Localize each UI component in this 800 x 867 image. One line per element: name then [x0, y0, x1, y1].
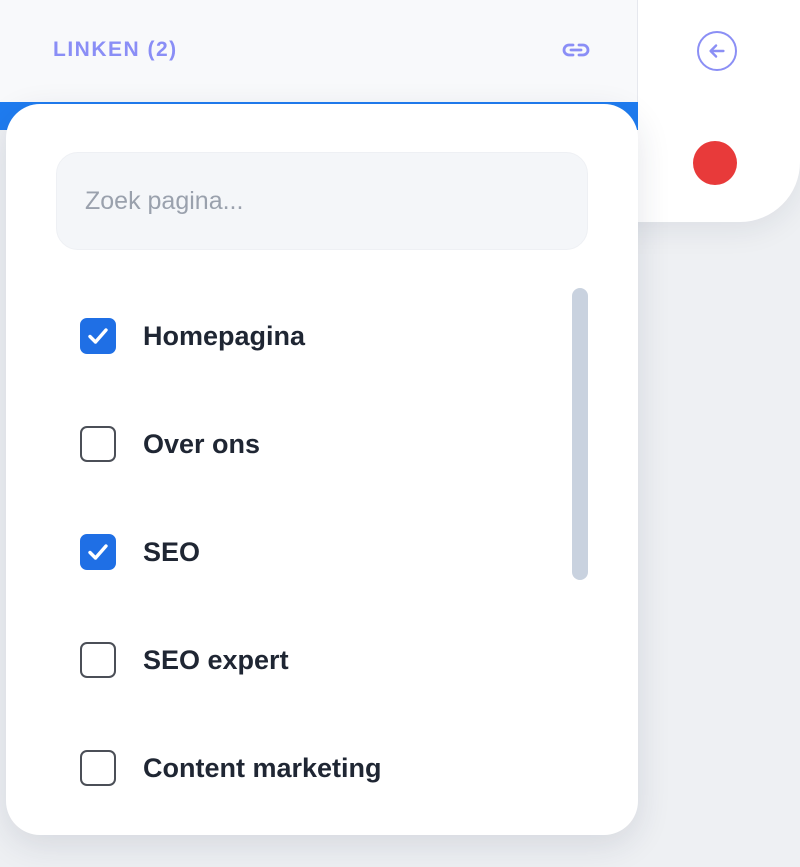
list-item-label: Content marketing: [143, 752, 382, 783]
page-list: Homepagina Over ons SEO SEO expert Conte…: [80, 282, 560, 822]
search-input[interactable]: [56, 152, 588, 250]
scrollbar[interactable]: [572, 288, 588, 580]
checkbox[interactable]: [80, 750, 116, 786]
list-item-label: Over ons: [143, 428, 261, 459]
check-icon: [88, 544, 108, 560]
checkbox[interactable]: [80, 534, 116, 570]
checkbox[interactable]: [80, 426, 116, 462]
list-item-label: Homepagina: [143, 320, 306, 351]
check-icon: [88, 328, 108, 344]
link-button[interactable]: [559, 36, 593, 64]
list-item[interactable]: Content marketing: [80, 714, 560, 822]
links-header: LINKEN (2): [0, 0, 638, 102]
list-item[interactable]: Homepagina: [80, 282, 560, 390]
arrow-left-circle-icon: [709, 44, 725, 58]
list-item[interactable]: Over ons: [80, 390, 560, 498]
links-title: LINKEN (2): [53, 38, 178, 61]
checkbox[interactable]: [80, 318, 116, 354]
list-item[interactable]: SEO: [80, 498, 560, 606]
checkbox[interactable]: [80, 642, 116, 678]
back-button[interactable]: [697, 31, 737, 71]
list-item-label: SEO expert: [143, 644, 289, 675]
link-icon: [562, 43, 590, 57]
list-item-label: SEO: [143, 536, 201, 567]
page-picker-dropdown: Homepagina Over ons SEO SEO expert: [6, 104, 638, 835]
status-dot: [693, 141, 737, 185]
stage: LINKEN (2) Homepagina Over ons: [0, 0, 800, 867]
list-item[interactable]: SEO expert: [80, 606, 560, 714]
